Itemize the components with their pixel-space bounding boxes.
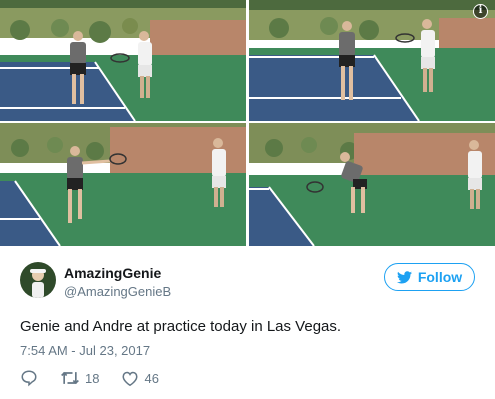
retweet-button[interactable]: 18: [60, 369, 99, 387]
reply-icon: [21, 370, 37, 387]
tweet-timestamp[interactable]: 7:54 AM - Jul 23, 2017: [20, 343, 150, 358]
photo-4[interactable]: [249, 123, 495, 246]
retweet-icon: [61, 371, 79, 385]
tweet-actions: 18 46: [20, 369, 181, 387]
follow-label: Follow: [417, 269, 463, 285]
photo-2[interactable]: [249, 0, 495, 121]
photo-3[interactable]: [0, 123, 246, 246]
display-name[interactable]: AmazingGenie: [64, 265, 161, 281]
photo-1[interactable]: [0, 0, 246, 121]
twitter-bird-icon: [396, 270, 412, 283]
heart-icon: [122, 371, 138, 386]
tweet-text: Genie and Andre at practice today in Las…: [20, 318, 342, 335]
reply-button[interactable]: [20, 369, 38, 387]
retweet-count: 18: [85, 370, 100, 386]
avatar[interactable]: [20, 262, 56, 298]
follow-button[interactable]: Follow: [384, 263, 475, 291]
user-handle[interactable]: @AmazingGenieB: [64, 284, 171, 299]
info-icon[interactable]: i: [473, 4, 488, 19]
like-count: 46: [144, 370, 159, 386]
like-button[interactable]: 46: [121, 370, 159, 387]
photo-grid: i: [0, 0, 495, 246]
